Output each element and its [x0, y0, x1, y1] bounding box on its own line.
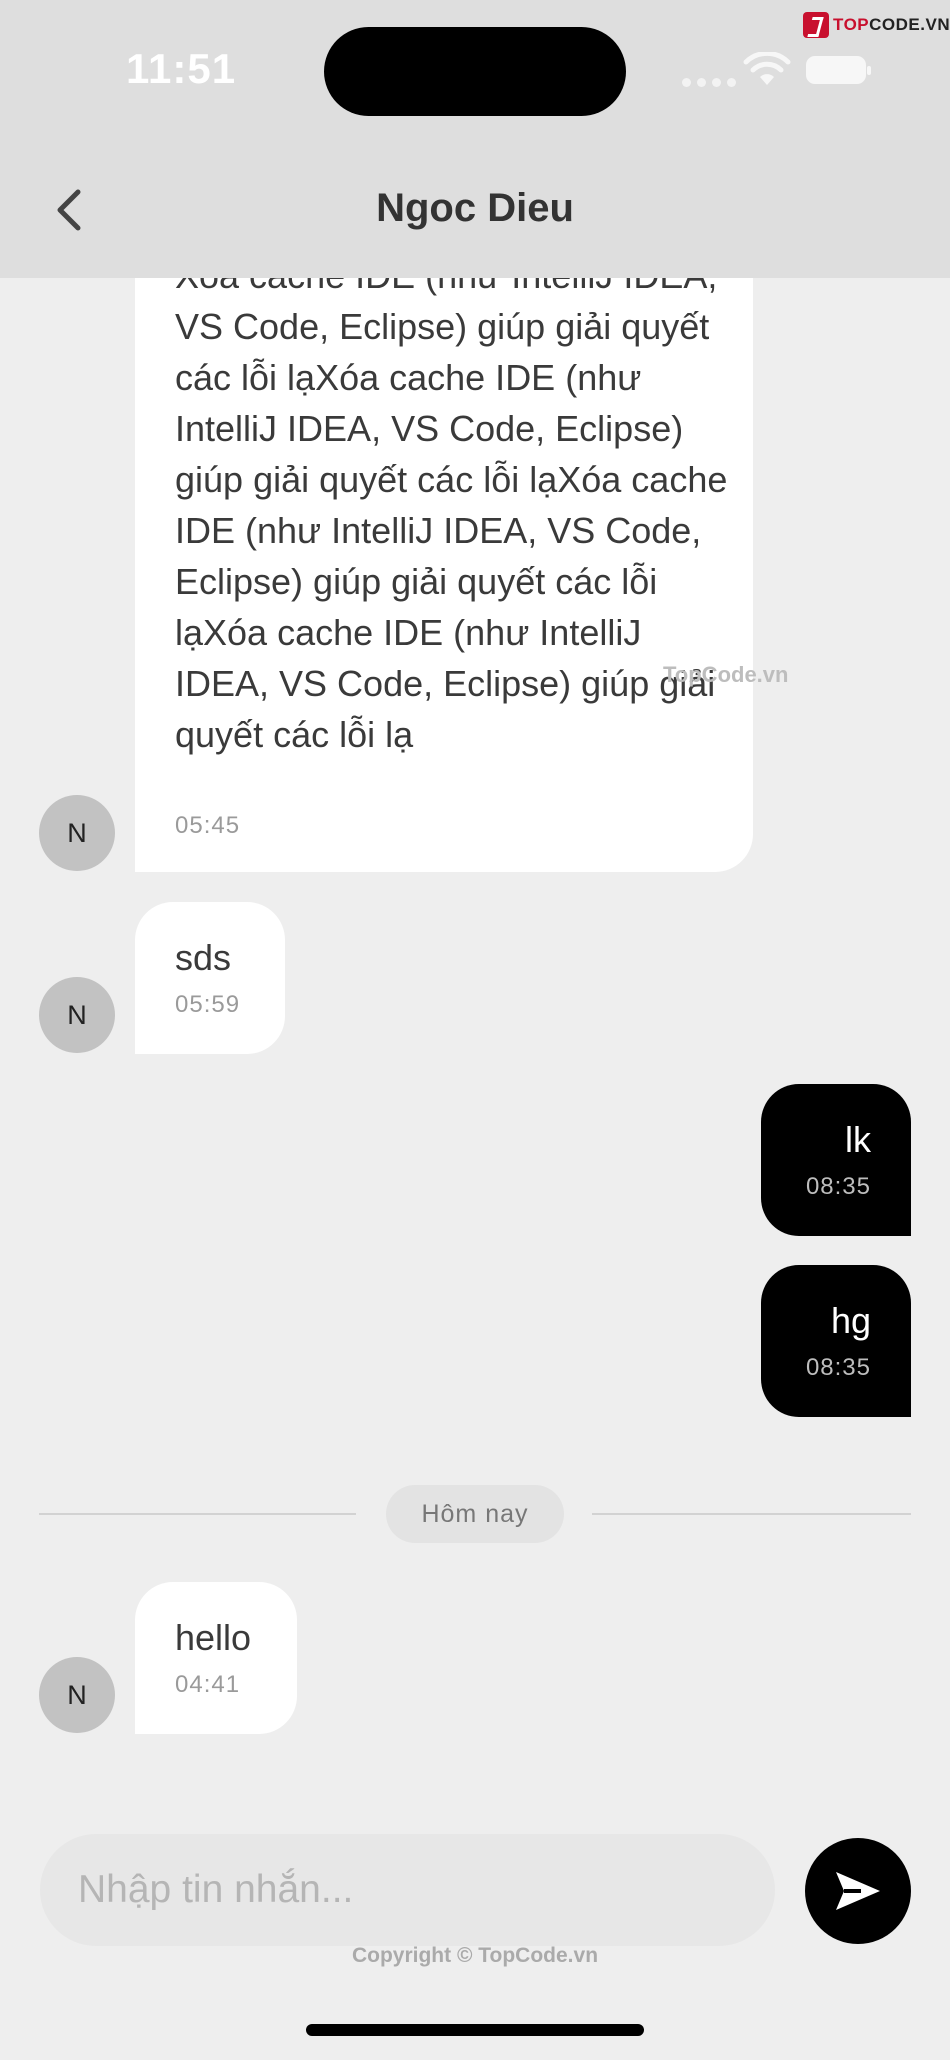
message-time: 05:59: [175, 991, 241, 1018]
chat-header: 11:51 TOPCODE.VN Ngoc Dieu: [0, 0, 950, 278]
message-text: lk: [845, 1119, 871, 1160]
avatar[interactable]: N: [39, 795, 115, 871]
dynamic-island: [324, 27, 626, 116]
home-indicator[interactable]: [306, 2024, 644, 2036]
topcode-logo-icon: [803, 12, 829, 38]
watermark-brand-suffix: CODE.VN: [869, 15, 950, 34]
date-divider-label: Hôm nay: [386, 1485, 564, 1543]
date-divider-line: [39, 1513, 356, 1515]
message-bubble-outgoing[interactable]: hg 08:35: [761, 1265, 911, 1417]
message-time: 08:35: [805, 1354, 871, 1381]
message-text: sds: [175, 937, 232, 978]
battery-icon: [806, 56, 871, 84]
message-time: 05:45: [175, 812, 241, 839]
copyright-text: Copyright © TopCode.vn: [351, 1944, 599, 1967]
message-bubble-incoming[interactable]: sds 05:59: [135, 902, 285, 1054]
message-input[interactable]: [40, 1834, 775, 1946]
wifi-icon: [743, 52, 791, 85]
avatar[interactable]: N: [39, 977, 115, 1053]
message-bubble-incoming[interactable]: hello 04:41: [135, 1582, 297, 1734]
message-text: hg: [830, 1300, 871, 1341]
status-time: 11:51: [126, 45, 237, 92]
message-bubble-outgoing[interactable]: lk 08:35: [761, 1084, 911, 1236]
page-title: Ngoc Dieu: [376, 186, 574, 230]
avatar[interactable]: N: [39, 1657, 115, 1733]
date-divider-line: [592, 1513, 911, 1515]
send-button[interactable]: [805, 1838, 911, 1944]
watermark-brand-prefix: TOP: [833, 15, 870, 34]
send-icon: [836, 1872, 880, 1910]
message-time: 08:35: [805, 1173, 871, 1200]
message-bubble-incoming[interactable]: Xóa cache IDE (như IntelliJ IDEA, VS Cod…: [135, 180, 753, 872]
watermark-logo: TOPCODE.VN: [803, 12, 950, 38]
message-time: 04:41: [175, 1671, 241, 1698]
message-text: hello: [175, 1617, 252, 1658]
message-text: Xóa cache IDE (như IntelliJ IDEA, VS Cod…: [175, 255, 728, 755]
watermark-text: TopCode.vn: [663, 662, 789, 687]
cellular-signal-icon: [682, 78, 736, 87]
